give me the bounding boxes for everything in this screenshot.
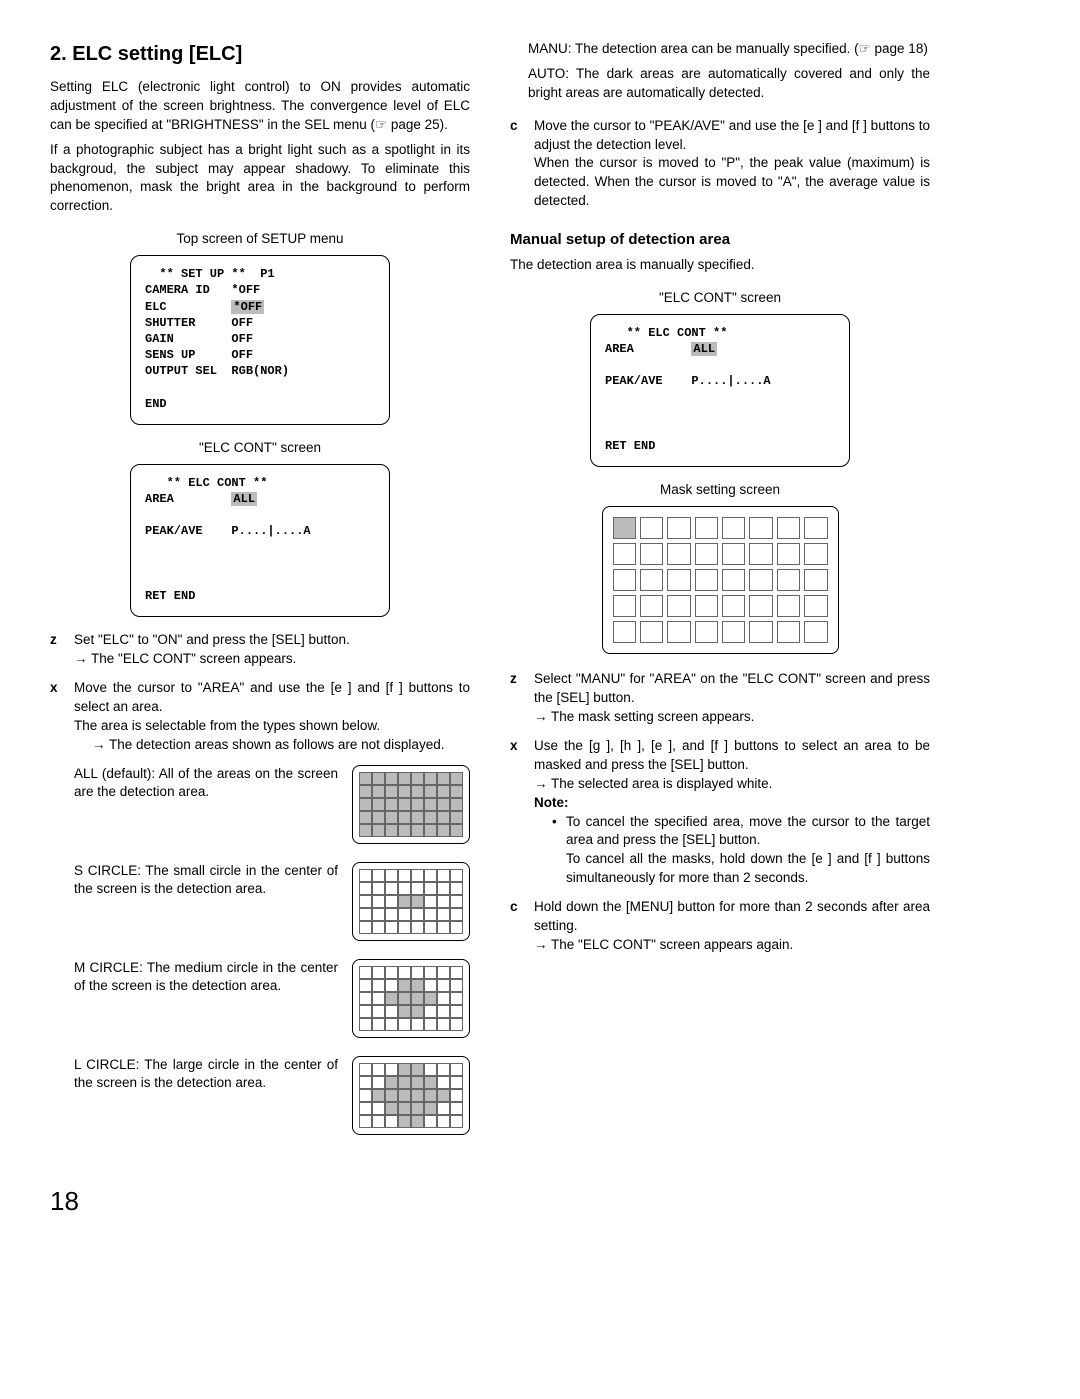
step-x-line1: Move the cursor to "AREA" and use the [e… [74,680,470,714]
step-x-line2: The area is selectable from the types sh… [74,718,380,733]
step-c-right: c Move the cursor to "PEAK/AVE" and use … [510,117,930,211]
step-x: x Move the cursor to "AREA" and use the … [50,679,470,755]
caption-mask: Mask setting screen [510,481,930,500]
area-l-grid [352,1056,470,1135]
intro-para-1: Setting ELC (electronic light control) t… [50,78,470,135]
caption-elc-cont-1: "ELC CONT" screen [50,439,470,458]
manual-step-c: c Hold down the [MENU] button for more t… [510,898,930,955]
area-l-text: L CIRCLE: The large circle in the center… [74,1056,338,1094]
manual-step-x: x Use the [g ], [h ], [e ], and [f ] but… [510,737,930,888]
manual-step-c-mark: c [510,898,534,955]
intro-para-2: If a photographic subject has a bright l… [50,141,470,217]
manual-step-z-line2: The mask setting screen appears. [534,709,754,724]
step-z-mark: z [50,631,74,669]
page-number: 18 [50,1183,930,1219]
area-all-text: ALL (default): All of the areas on the s… [74,765,338,803]
step-z-line1: Set "ELC" to "ON" and press the [SEL] bu… [74,632,350,647]
manual-step-z-mark: z [510,670,534,727]
right-column: MANU: The detection area can be manually… [510,40,930,1153]
manual-step-c-line1: Hold down the [MENU] button for more tha… [534,899,930,933]
step-c-right-mark: c [510,117,534,211]
step-c-right-line2: When the cursor is moved to "P", the pea… [534,155,930,208]
elc-cont-screen-1: ** ELC CONT ** AREA ALL PEAK/AVE P....|.… [130,464,390,618]
setup-screen: ** SET UP ** P1 CAMERA ID *OFF ELC *OFF … [130,255,390,425]
step-x-line3: The detection areas shown as follows are… [92,736,470,755]
caption-setup-top: Top screen of SETUP menu [50,230,470,249]
section-title: 2. ELC setting [ELC] [50,40,470,68]
area-s-grid [352,862,470,941]
area-m-grid [352,959,470,1038]
manual-step-x-mark: x [510,737,534,888]
area-all-grid [352,765,470,844]
manual-step-c-line2: The "ELC CONT" screen appears again. [534,937,793,952]
note2: To cancel all the masks, hold down the [… [566,851,930,885]
manual-step-x-line2: The selected area is displayed white. [534,776,772,791]
caption-elc-cont-2: "ELC CONT" screen [510,289,930,308]
mask-grid [602,506,839,654]
manual-step-x-line1: Use the [g ], [h ], [e ], and [f ] butto… [534,738,930,772]
area-m-text: M CIRCLE: The medium circle in the cente… [74,959,338,997]
step-z: z Set "ELC" to "ON" and press the [SEL] … [50,631,470,669]
manu-desc: MANU: The detection area can be manually… [528,40,930,59]
note-label: Note: [534,795,569,810]
step-z-line2: The "ELC CONT" screen appears. [74,651,296,666]
note1: To cancel the specified area, move the c… [566,814,930,848]
elc-cont-screen-2: ** ELC CONT ** AREA ALL PEAK/AVE P....|.… [590,314,850,468]
step-x-mark: x [50,679,74,755]
manual-step-z: z Select "MANU" for "AREA" on the "ELC C… [510,670,930,727]
manual-title: Manual setup of detection area [510,229,930,250]
manual-intro: The detection area is manually specified… [510,256,930,275]
left-column: 2. ELC setting [ELC] Setting ELC (electr… [50,40,470,1153]
area-s-text: S CIRCLE: The small circle in the center… [74,862,338,900]
auto-desc: AUTO: The dark areas are automatically c… [528,65,930,103]
manual-step-z-line1: Select "MANU" for "AREA" on the "ELC CON… [534,671,930,705]
step-c-right-line1: Move the cursor to "PEAK/AVE" and use th… [534,118,930,152]
